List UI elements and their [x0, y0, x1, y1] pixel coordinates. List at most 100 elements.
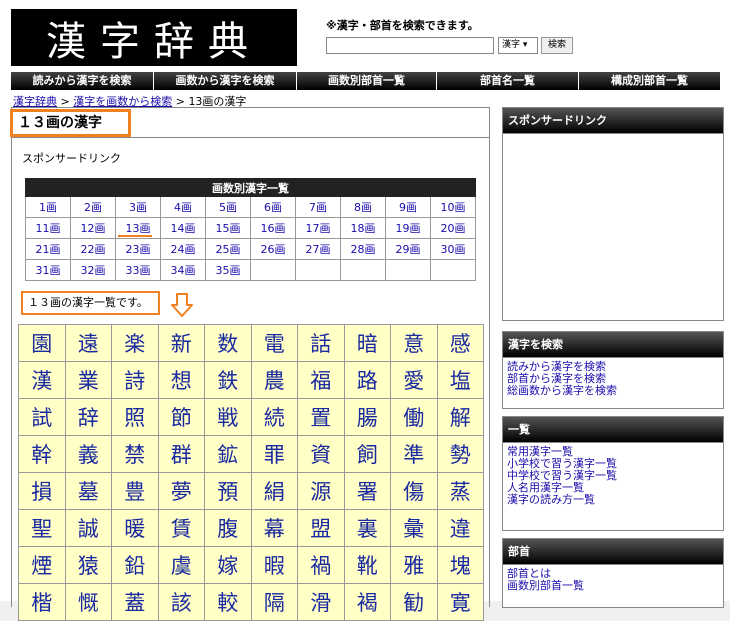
kanji-link[interactable]: 福: [297, 361, 345, 399]
kanji-link[interactable]: 腹: [204, 509, 252, 547]
kanji-link[interactable]: 蒸: [436, 472, 484, 510]
stroke-link[interactable]: 9画: [385, 196, 431, 218]
kanji-link[interactable]: 隔: [250, 583, 298, 621]
stroke-link[interactable]: 12画: [70, 217, 116, 239]
kanji-link[interactable]: 準: [390, 435, 438, 473]
kanji-link[interactable]: 働: [390, 398, 438, 436]
kanji-link[interactable]: 漢: [18, 361, 66, 399]
search-type-select[interactable]: 漢字 ▾: [498, 37, 538, 54]
stroke-link[interactable]: 27画: [295, 238, 341, 260]
kanji-link[interactable]: 源: [297, 472, 345, 510]
stroke-link[interactable]: 21画: [25, 238, 71, 260]
kanji-link[interactable]: 農: [250, 361, 298, 399]
stroke-link[interactable]: 1画: [25, 196, 71, 218]
stroke-link[interactable]: 33画: [115, 259, 161, 281]
kanji-link[interactable]: 禍: [297, 546, 345, 584]
stroke-link[interactable]: 32画: [70, 259, 116, 281]
kanji-link[interactable]: 滑: [297, 583, 345, 621]
kanji-link[interactable]: 鉄: [204, 361, 252, 399]
kanji-link[interactable]: 罪: [250, 435, 298, 473]
kanji-link[interactable]: 夢: [157, 472, 205, 510]
stroke-link[interactable]: 11画: [25, 217, 71, 239]
kanji-link[interactable]: 資: [297, 435, 345, 473]
stroke-link[interactable]: 29画: [385, 238, 431, 260]
stroke-link[interactable]: 24画: [160, 238, 206, 260]
kanji-link[interactable]: 傷: [390, 472, 438, 510]
kanji-link[interactable]: 暇: [250, 546, 298, 584]
stroke-link[interactable]: 23画: [115, 238, 161, 260]
stroke-link[interactable]: 3画: [115, 196, 161, 218]
sidebar-link[interactable]: 画数別部首一覧: [507, 580, 719, 592]
kanji-link[interactable]: 勧: [390, 583, 438, 621]
kanji-link[interactable]: 幕: [250, 509, 298, 547]
kanji-link[interactable]: 鉛: [111, 546, 159, 584]
kanji-link[interactable]: 損: [18, 472, 66, 510]
kanji-link[interactable]: 嫁: [204, 546, 252, 584]
nav-radical-composition[interactable]: 構成別部首一覧: [579, 72, 720, 90]
kanji-link[interactable]: 飼: [343, 435, 391, 473]
kanji-link[interactable]: 裏: [343, 509, 391, 547]
kanji-link[interactable]: 盟: [297, 509, 345, 547]
kanji-link[interactable]: 賃: [157, 509, 205, 547]
nav-radical-strokes[interactable]: 画数別部首一覧: [297, 72, 437, 90]
kanji-link[interactable]: 解: [436, 398, 484, 436]
sidebar-link[interactable]: 漢字の読み方一覧: [507, 494, 719, 506]
nav-strokes[interactable]: 画数から漢字を検索: [154, 72, 297, 90]
kanji-link[interactable]: 義: [64, 435, 112, 473]
kanji-link[interactable]: 腸: [343, 398, 391, 436]
stroke-link[interactable]: 28画: [340, 238, 386, 260]
search-input[interactable]: [326, 37, 494, 54]
kanji-link[interactable]: 褐: [343, 583, 391, 621]
kanji-link[interactable]: 想: [157, 361, 205, 399]
kanji-link[interactable]: 戦: [204, 398, 252, 436]
kanji-link[interactable]: 塩: [436, 361, 484, 399]
kanji-link[interactable]: 業: [64, 361, 112, 399]
site-logo[interactable]: 漢字辞典: [11, 9, 297, 66]
kanji-link[interactable]: 違: [436, 509, 484, 547]
kanji-link[interactable]: 較: [204, 583, 252, 621]
stroke-link[interactable]: 15画: [205, 217, 251, 239]
kanji-link[interactable]: 鉱: [204, 435, 252, 473]
kanji-link[interactable]: 塊: [436, 546, 484, 584]
kanji-link[interactable]: 園: [18, 324, 66, 362]
kanji-link[interactable]: 遠: [64, 324, 112, 362]
kanji-link[interactable]: 置: [297, 398, 345, 436]
kanji-link[interactable]: 辞: [64, 398, 112, 436]
nav-reading[interactable]: 読みから漢字を検索: [11, 72, 154, 90]
kanji-link[interactable]: 禁: [111, 435, 159, 473]
kanji-link[interactable]: 意: [390, 324, 438, 362]
stroke-link[interactable]: 19画: [385, 217, 431, 239]
sidebar-link[interactable]: 総画数から漢字を検索: [507, 385, 719, 397]
stroke-link[interactable]: 6画: [250, 196, 296, 218]
stroke-link[interactable]: 22画: [70, 238, 116, 260]
stroke-link[interactable]: 10画: [430, 196, 476, 218]
stroke-link[interactable]: 2画: [70, 196, 116, 218]
kanji-link[interactable]: 慨: [64, 583, 112, 621]
stroke-link[interactable]: 14画: [160, 217, 206, 239]
kanji-link[interactable]: 感: [436, 324, 484, 362]
kanji-link[interactable]: 聖: [18, 509, 66, 547]
kanji-link[interactable]: 暖: [111, 509, 159, 547]
kanji-link[interactable]: 虞: [157, 546, 205, 584]
kanji-link[interactable]: 該: [157, 583, 205, 621]
stroke-link[interactable]: 35画: [205, 259, 251, 281]
kanji-link[interactable]: 楷: [18, 583, 66, 621]
kanji-link[interactable]: 預: [204, 472, 252, 510]
kanji-link[interactable]: 新: [157, 324, 205, 362]
kanji-link[interactable]: 幹: [18, 435, 66, 473]
stroke-link[interactable]: 25画: [205, 238, 251, 260]
kanji-link[interactable]: 路: [343, 361, 391, 399]
nav-radical-names[interactable]: 部首名一覧: [437, 72, 579, 90]
kanji-link[interactable]: 楽: [111, 324, 159, 362]
stroke-link[interactable]: 18画: [340, 217, 386, 239]
stroke-link[interactable]: 17画: [295, 217, 341, 239]
kanji-link[interactable]: 節: [157, 398, 205, 436]
stroke-link[interactable]: 16画: [250, 217, 296, 239]
kanji-link[interactable]: 続: [250, 398, 298, 436]
kanji-link[interactable]: 詩: [111, 361, 159, 399]
kanji-link[interactable]: 煙: [18, 546, 66, 584]
kanji-link[interactable]: 雅: [390, 546, 438, 584]
kanji-link[interactable]: 墓: [64, 472, 112, 510]
kanji-link[interactable]: 試: [18, 398, 66, 436]
kanji-link[interactable]: 靴: [343, 546, 391, 584]
